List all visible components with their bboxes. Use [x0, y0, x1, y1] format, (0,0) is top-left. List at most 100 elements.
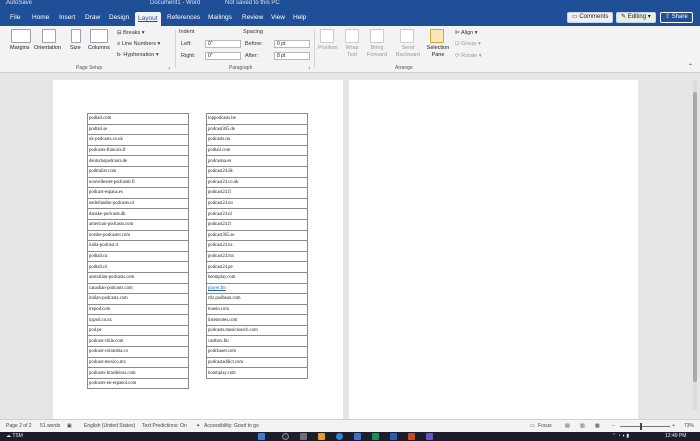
clock[interactable]: 12:49 PM — [665, 432, 686, 441]
indent-right-input[interactable]: 0" — [205, 52, 241, 60]
hyphenation-button[interactable]: b- Hyphenation ▾ — [117, 52, 159, 59]
table-cell: podcast-espana.es — [87, 187, 189, 199]
page-count[interactable]: Page 2 of 2 — [6, 423, 32, 430]
collapse-ribbon-icon[interactable]: ⌃ — [688, 64, 693, 71]
align-button[interactable]: ⊫ Align ▾ — [455, 30, 478, 37]
table-row: podcast24.dk — [206, 165, 308, 178]
word-icon[interactable] — [390, 433, 397, 440]
table-row: podcast-espana.es — [87, 187, 189, 199]
table-left[interactable]: podtail.com podtail.se uk-podcasts.co.uk po… — [87, 113, 189, 390]
weather-widget[interactable]: ☁ TSM — [6, 432, 23, 441]
tab-insert[interactable]: Insert — [59, 13, 75, 22]
web-layout-icon[interactable]: ▦ — [595, 423, 600, 430]
page-1[interactable]: podtail.com podtail.se uk-podcasts.co.uk po… — [53, 80, 343, 420]
table-cell: podtail.com — [206, 144, 308, 157]
dialog-launcher-icon[interactable]: ⌟ — [308, 64, 310, 71]
tab-layout[interactable]: Layout — [135, 12, 161, 26]
page-setup-group-label: Page Setup — [76, 65, 103, 71]
autosave-label[interactable]: AutoSave — [6, 0, 32, 7]
table-cell: podtail.nl — [87, 261, 189, 273]
word-count[interactable]: 51 words — [40, 423, 60, 430]
tab-draw[interactable]: Draw — [85, 13, 100, 22]
line-numbers-button[interactable]: ≡ Line Numbers ▾ — [117, 41, 160, 48]
tab-home[interactable]: Home — [32, 13, 49, 22]
size-button[interactable]: Size — [70, 45, 81, 52]
comments-button[interactable]: ▭ Comments — [567, 12, 614, 23]
tab-references[interactable]: References — [167, 13, 200, 22]
selection-pane-icon[interactable] — [430, 29, 444, 43]
search-icon[interactable] — [282, 433, 289, 440]
excel-icon[interactable] — [372, 433, 379, 440]
tab-mailings[interactable]: Mailings — [208, 13, 232, 22]
document-canvas[interactable]: podtail.com podtail.se uk-podcasts.co.uk po… — [0, 73, 700, 420]
edge-icon[interactable] — [336, 433, 343, 440]
spacing-after-input[interactable]: 8 pt — [274, 52, 310, 60]
zoom-in-icon[interactable]: + — [672, 423, 675, 430]
tab-review[interactable]: Review — [242, 13, 263, 22]
store-icon[interactable] — [354, 433, 361, 440]
proofing-icon[interactable]: ▣ — [67, 423, 72, 430]
table-cell: podcast24.no — [206, 197, 308, 210]
indent-left-input[interactable]: 0" — [205, 40, 241, 48]
table-row: podcasts.musicsearch.com — [206, 324, 308, 337]
tab-view[interactable]: View — [271, 13, 285, 22]
orientation-button[interactable]: Orientation — [34, 45, 61, 52]
spacing-before-label: Before: — [245, 41, 263, 47]
teams-icon[interactable] — [426, 433, 433, 440]
table-cell: boomplay.com — [206, 367, 308, 379]
zoom-level[interactable]: 73% — [684, 423, 694, 430]
size-icon[interactable] — [71, 29, 81, 43]
zoom-out-icon[interactable]: − — [612, 423, 615, 430]
table-cell[interactable]: player.fm — [206, 282, 308, 295]
separator — [175, 30, 176, 68]
zoom-slider[interactable] — [620, 426, 670, 427]
table-cell: podcastaddict.com — [206, 356, 308, 369]
table-row: podcast24.fr — [206, 218, 308, 231]
share-button[interactable]: ⇪ Share — [660, 12, 693, 23]
start-icon[interactable] — [258, 433, 265, 440]
spacing-before-input[interactable]: 0 pt — [274, 40, 310, 48]
page-2[interactable] — [349, 80, 638, 420]
system-tray-icons[interactable]: ⌃ ◔ ◖ ▮ — [612, 432, 629, 441]
table-cell: podcasts-francais.fr — [87, 144, 189, 157]
columns-icon[interactable] — [90, 29, 108, 43]
language-indicator[interactable]: English (United States) — [84, 423, 135, 430]
columns-button[interactable]: Columns — [88, 45, 110, 52]
file-explorer-icon[interactable] — [318, 433, 325, 440]
table-cell: podcasts-en-espanol.com — [87, 377, 189, 390]
table-right[interactable]: toppodcasts.be podcast365.de podcasts.nu po… — [206, 113, 308, 379]
tab-help[interactable]: Help — [293, 13, 306, 22]
print-layout-icon[interactable]: ▥ — [580, 423, 585, 430]
table-row: podcast24.nl — [206, 208, 308, 220]
task-view-icon[interactable] — [300, 433, 307, 440]
dialog-launcher-icon[interactable]: ⌟ — [168, 64, 170, 71]
orientation-icon[interactable] — [42, 29, 56, 43]
table-row: podcasts.nu — [206, 134, 308, 146]
position-button: Position — [318, 45, 338, 51]
table-row: podtail.nz — [87, 250, 189, 263]
accessibility-status[interactable]: Accessibility: Good to go — [204, 423, 259, 430]
text-predictions-status[interactable]: Text Predictions: On — [142, 423, 187, 430]
margins-icon[interactable] — [11, 29, 31, 43]
save-notice: Not saved to this PC — [225, 0, 280, 6]
table-cell: american-podcasts.com — [87, 218, 189, 231]
group-button: ⊡ Group ▾ — [455, 41, 481, 47]
margins-button[interactable]: Margins — [10, 45, 30, 52]
table-cell: indian-podcasts.com — [87, 293, 189, 305]
table-cell: podcast24.mx — [206, 250, 308, 263]
separator — [314, 30, 315, 68]
editing-button[interactable]: ✎ Editing ▾ — [616, 12, 656, 23]
table-cell: podcast24.fi — [206, 187, 308, 199]
tab-design[interactable]: Design — [109, 13, 129, 22]
breaks-button[interactable]: ⊟ Breaks ▾ — [117, 30, 145, 37]
zoom-slider-thumb[interactable] — [640, 423, 642, 430]
read-mode-icon[interactable]: ▤ — [565, 423, 570, 430]
selection-pane-button[interactable]: Selection Pane — [426, 45, 450, 59]
powerpoint-icon[interactable] — [408, 433, 415, 440]
table-row: podtail.se — [87, 123, 189, 136]
table-cell: podchaser.com — [206, 346, 308, 358]
tab-file[interactable]: File — [10, 13, 20, 22]
scrollbar-thumb[interactable] — [693, 92, 697, 382]
status-bar: Page 2 of 2 51 words ▣ English (United S… — [0, 419, 700, 432]
focus-button[interactable]: Focus — [538, 423, 552, 430]
